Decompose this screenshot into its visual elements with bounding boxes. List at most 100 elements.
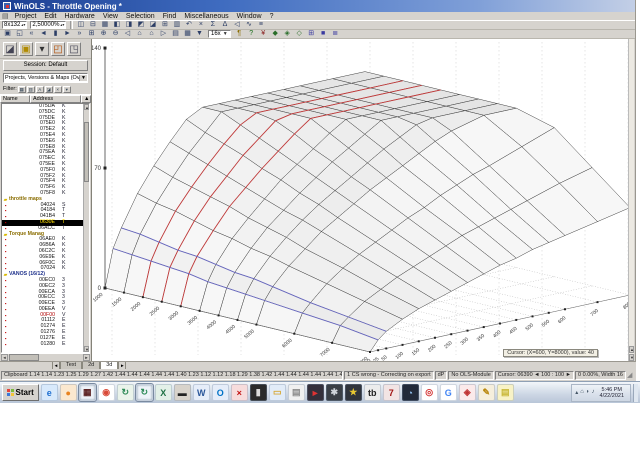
- window-split-vertical-icon[interactable]: ◫: [75, 21, 86, 30]
- scrollbar-thumb[interactable]: [9, 354, 39, 361]
- delete-icon[interactable]: ×: [195, 21, 206, 30]
- tray-icon-2[interactable]: ◗: [586, 389, 590, 396]
- tray-icon-1[interactable]: ⌂: [580, 389, 584, 396]
- filter-button[interactable]: ×: [53, 85, 62, 93]
- frame-bottom-icon[interactable]: ◪: [147, 21, 158, 30]
- grid-view-icon[interactable]: ▦: [99, 21, 110, 30]
- list-scrollbar[interactable]: ▲ ▼: [83, 104, 89, 352]
- frame-right-icon[interactable]: ◨: [123, 21, 134, 30]
- taskbar-player-icon[interactable]: ►: [306, 384, 324, 401]
- open-project-icon[interactable]: ▣: [19, 41, 33, 56]
- menu-edit[interactable]: Edit: [40, 13, 60, 20]
- fill-mode-icon[interactable]: ■: [318, 30, 329, 39]
- window-new-icon[interactable]: ◱: [14, 30, 25, 39]
- menu-miscellaneous[interactable]: Miscellaneous: [180, 13, 232, 20]
- taskbar-clock[interactable]: 5:46 PM 4/22/2021: [597, 387, 627, 399]
- taskbar-excel-icon[interactable]: X: [154, 384, 172, 401]
- menu-view[interactable]: View: [99, 13, 122, 20]
- step-right-icon[interactable]: ▷: [158, 30, 169, 39]
- frame-top-icon[interactable]: ◩: [135, 21, 146, 30]
- nav-prev-icon[interactable]: ◄: [38, 30, 49, 39]
- taskbar-thunderbird-icon[interactable]: tb: [363, 384, 381, 401]
- taskbar-terminal-icon[interactable]: ▮: [249, 384, 267, 401]
- tray-icon-0[interactable]: ▴: [575, 389, 578, 396]
- taskbar-sticky-icon[interactable]: ▤: [496, 384, 514, 401]
- curve-icon[interactable]: ∿: [243, 21, 254, 30]
- menu-find[interactable]: Find: [159, 13, 181, 20]
- map-row[interactable]: ▪ 01280 E: [2, 341, 83, 348]
- help-mode-icon[interactable]: ¶: [234, 30, 245, 39]
- open-project-drop-icon[interactable]: ▾: [35, 41, 49, 56]
- nav-first-icon[interactable]: «: [26, 30, 37, 39]
- what-is-icon[interactable]: ?: [246, 30, 257, 39]
- taskbar-sync-icon[interactable]: ↻: [116, 384, 134, 401]
- taskbar-opera-icon[interactable]: ◎: [420, 384, 438, 401]
- chart-compare-icon[interactable]: ◆: [270, 30, 281, 39]
- taskbar-book-icon[interactable]: ▬: [173, 384, 191, 401]
- list-hscrollbar[interactable]: ◄ ►: [1, 353, 90, 361]
- map-scrollbar[interactable]: ▲ ▼: [628, 39, 634, 361]
- throttle-surface-chart[interactable]: 0701400255010015020025030035040045050055…: [92, 39, 634, 361]
- menu-window[interactable]: Window: [233, 13, 266, 20]
- view-3d-drop-icon[interactable]: ▼: [194, 30, 205, 39]
- project-properties-icon[interactable]: ◪: [3, 41, 17, 56]
- sum-icon[interactable]: Σ: [207, 21, 218, 30]
- taskbar-g-icon[interactable]: G: [439, 384, 457, 401]
- export-file-icon[interactable]: ◳: [67, 41, 81, 56]
- taskbar-sync-alt-icon[interactable]: ↻: [134, 383, 154, 402]
- taskbar-media-icon[interactable]: ●: [59, 384, 77, 401]
- taskbar-wrench-icon[interactable]: ✎: [477, 384, 495, 401]
- columns-icon[interactable]: ≡: [255, 21, 266, 30]
- taskbar-chrome-icon[interactable]: ◉: [97, 384, 115, 401]
- taskbar-word-icon[interactable]: W: [192, 384, 210, 401]
- chart-diff-icon[interactable]: ◈: [282, 30, 293, 39]
- play-back-icon[interactable]: ◁: [231, 21, 242, 30]
- home-icon[interactable]: ⌂: [134, 30, 145, 39]
- taskbar-browser-icon[interactable]: ◔: [401, 384, 419, 401]
- chart-orig-icon[interactable]: ◇: [294, 30, 305, 39]
- window-grid-combo[interactable]: 16x ▼: [208, 30, 231, 38]
- taskbar-remote-icon[interactable]: ◈: [458, 384, 476, 401]
- nav-last-icon[interactable]: »: [74, 30, 85, 39]
- scroll-down-icon[interactable]: ▼: [84, 346, 89, 352]
- filter-button[interactable]: A: [35, 85, 44, 93]
- frame-all-icon[interactable]: ⊞: [159, 21, 170, 30]
- scroll-up-icon[interactable]: ▲: [629, 346, 634, 353]
- taskbar-outlook-icon[interactable]: O: [211, 384, 229, 401]
- map-size-spinner[interactable]: 8x132 ▴▾: [2, 21, 28, 29]
- frame-left-icon[interactable]: ◧: [111, 21, 122, 30]
- resize-grip[interactable]: ◢: [627, 371, 635, 380]
- column-address[interactable]: Address: [30, 95, 81, 103]
- taskbar-7zip-icon[interactable]: 7: [382, 384, 400, 401]
- scroll-left-icon[interactable]: ◄: [1, 354, 8, 361]
- tree-mode-combo[interactable]: Projects, Versions & Maps (Ov ▼: [3, 73, 88, 83]
- scroll-up-icon[interactable]: ▲: [84, 104, 89, 110]
- show-desktop-button[interactable]: [633, 383, 638, 402]
- sort-icon[interactable]: ▲: [81, 95, 91, 103]
- map-3d-view[interactable]: 0701400255010015020025030035040045050055…: [92, 39, 634, 361]
- scroll-right-icon[interactable]: ►: [83, 354, 90, 361]
- taskbar-winols-icon[interactable]: ▦: [77, 383, 97, 402]
- grid-mode-icon[interactable]: ⊞: [86, 30, 97, 39]
- nav-next-icon[interactable]: ►: [62, 30, 73, 39]
- scroll-down-icon[interactable]: ▼: [629, 354, 634, 361]
- list-mode-icon[interactable]: ⊞: [306, 30, 317, 39]
- spinner-arrows-icon[interactable]: ▴▾: [21, 23, 25, 27]
- taskbar-ie-icon[interactable]: e: [40, 384, 58, 401]
- checksum-icon[interactable]: ¥: [258, 30, 269, 39]
- title-bar[interactable]: WinOLS - Throttle Opening *: [0, 0, 635, 12]
- filter-button[interactable]: ▥: [26, 85, 35, 93]
- spinner-arrows-icon[interactable]: ▴▾: [60, 23, 64, 27]
- menu-selection[interactable]: Selection: [122, 13, 159, 20]
- taskbar-notes-icon[interactable]: ▤: [287, 384, 305, 401]
- import-file-icon[interactable]: ◰: [51, 41, 65, 56]
- bars-mode-icon[interactable]: ≣: [330, 30, 341, 39]
- origin-icon[interactable]: ⌂: [146, 30, 157, 39]
- map-list[interactable]: ▲ ▼ 075DA K 075DC K 075DE K 075E0 K 075E2 K 075E4 K…: [1, 103, 90, 353]
- tray-icon-3[interactable]: ♪: [592, 389, 595, 396]
- view-2d-icon[interactable]: ▤: [170, 30, 181, 39]
- zoom-in-icon[interactable]: ⊕: [98, 30, 109, 39]
- menu-project[interactable]: Project: [11, 13, 41, 20]
- undo-icon[interactable]: ↶: [183, 21, 194, 30]
- window-split-horizontal-icon[interactable]: ⊟: [87, 21, 98, 30]
